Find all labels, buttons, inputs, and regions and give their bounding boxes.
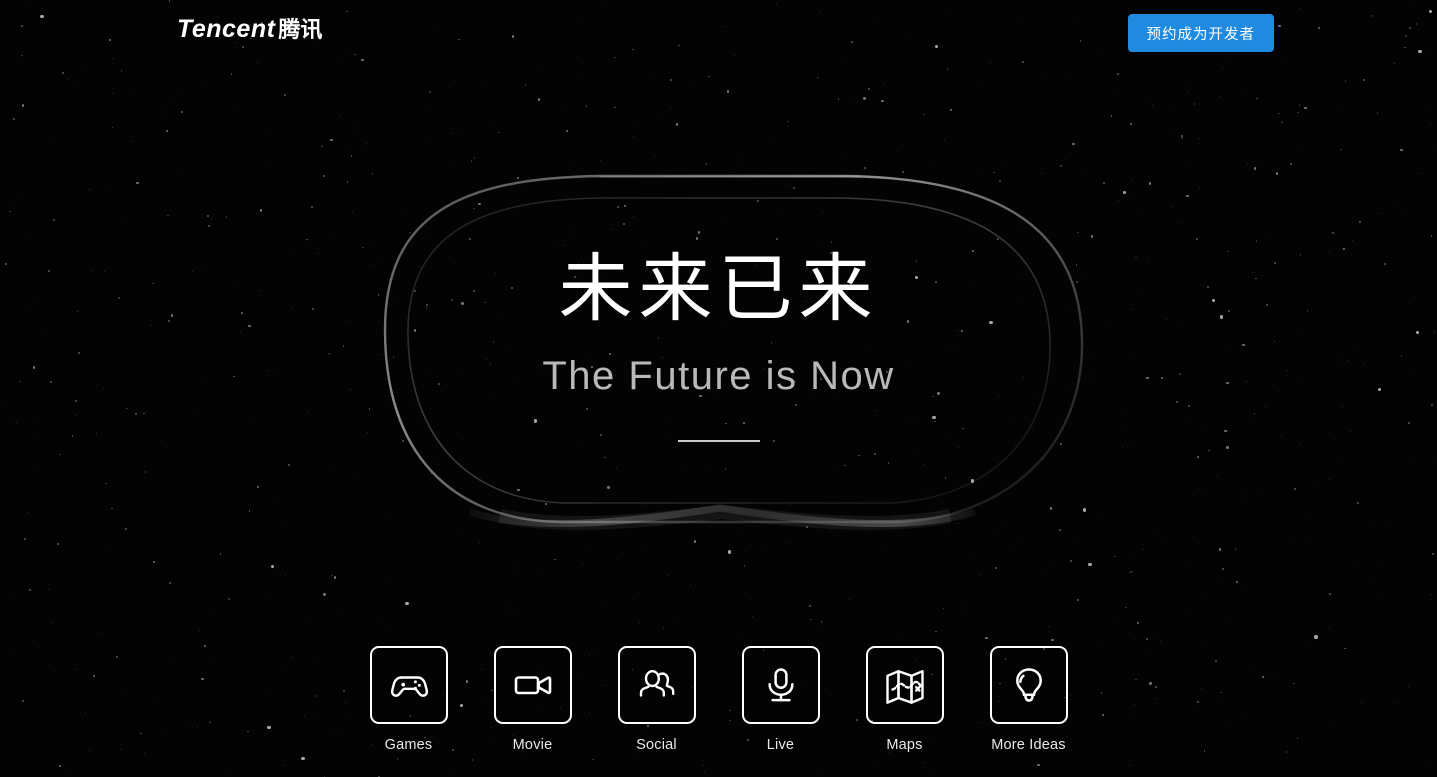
video-camera-icon[interactable]: [493, 646, 572, 724]
category-icon-row: Games Movie Social Live Maps More Ideas: [0, 646, 1437, 753]
category-item-more-ideas[interactable]: More Ideas: [989, 646, 1068, 753]
reserve-developer-button[interactable]: 预约成为开发者: [1127, 14, 1274, 52]
microphone-icon[interactable]: [741, 646, 820, 724]
logo-text-cn: 腾讯: [278, 17, 323, 42]
hero-headline-en: The Future is Now: [542, 354, 895, 398]
site-header: Tencent 腾讯 预约成为开发者: [0, 0, 1437, 66]
hero-divider: [677, 440, 760, 442]
category-label: Movie: [512, 737, 553, 753]
category-item-movie[interactable]: Movie: [493, 646, 572, 753]
category-label: Maps: [886, 737, 923, 753]
category-item-social[interactable]: Social: [617, 646, 696, 753]
category-label: Live: [766, 737, 795, 753]
category-label: Games: [384, 737, 433, 753]
gamepad-icon[interactable]: [369, 646, 448, 724]
category-label: Social: [636, 737, 677, 753]
category-item-games[interactable]: Games: [369, 646, 448, 753]
page-root: Tencent 腾讯 预约成为开发者 未来已来 The Future is Now…: [0, 0, 1437, 777]
folded-map-icon[interactable]: [865, 646, 944, 724]
logo-text-en: Tencent: [177, 15, 276, 43]
category-label: More Ideas: [991, 737, 1066, 753]
category-item-maps[interactable]: Maps: [865, 646, 944, 753]
category-item-live[interactable]: Live: [741, 646, 820, 753]
lightbulb-icon[interactable]: [989, 646, 1068, 724]
hero-headline-cn: 未来已来: [558, 247, 879, 330]
people-icon[interactable]: [617, 646, 696, 724]
tencent-logo[interactable]: Tencent 腾讯: [177, 17, 322, 42]
